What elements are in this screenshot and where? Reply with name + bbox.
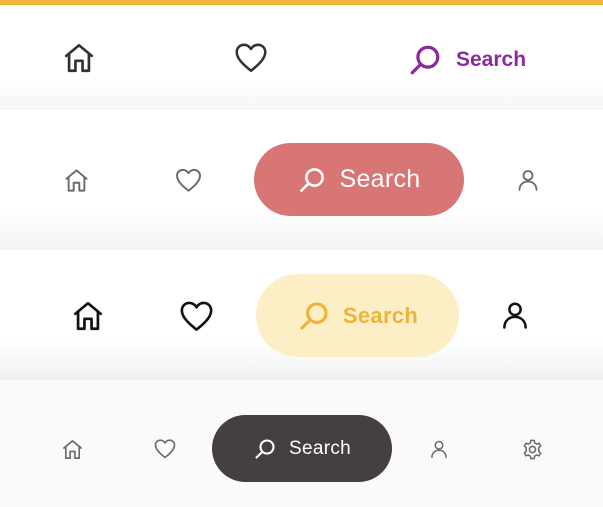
heart-icon[interactable]	[231, 38, 271, 78]
user-icon[interactable]	[514, 166, 542, 194]
home-icon[interactable]	[59, 38, 99, 78]
tab-bar-variant-1: Search	[0, 5, 603, 110]
tab-bar-variant-3: Search	[0, 250, 603, 380]
home-icon[interactable]	[61, 165, 91, 195]
search-tab-label: Search	[456, 48, 527, 71]
search-icon	[300, 301, 328, 330]
user-icon[interactable]	[427, 437, 451, 461]
search-icon	[255, 438, 275, 459]
search-tab-label: Search	[339, 165, 421, 193]
search-tab-active[interactable]: Search	[256, 274, 459, 357]
heart-icon[interactable]	[173, 165, 203, 195]
home-icon[interactable]	[59, 436, 85, 462]
search-tab-active[interactable]: Search	[212, 415, 392, 482]
search-tab-label: Search	[288, 437, 351, 459]
search-icon	[300, 167, 325, 192]
search-tab-active[interactable]: Search	[254, 143, 464, 216]
tab-bar-variant-2: Search	[0, 110, 603, 250]
heart-icon[interactable]	[152, 436, 178, 462]
search-icon	[410, 45, 440, 75]
gear-icon[interactable]	[519, 436, 545, 462]
heart-icon[interactable]	[177, 298, 215, 334]
tab-bar-variant-4: Search	[0, 380, 603, 507]
home-icon[interactable]	[70, 298, 106, 334]
user-icon[interactable]	[498, 298, 532, 332]
search-tab-active[interactable]: Search	[408, 40, 526, 80]
search-tab-label: Search	[342, 302, 419, 328]
